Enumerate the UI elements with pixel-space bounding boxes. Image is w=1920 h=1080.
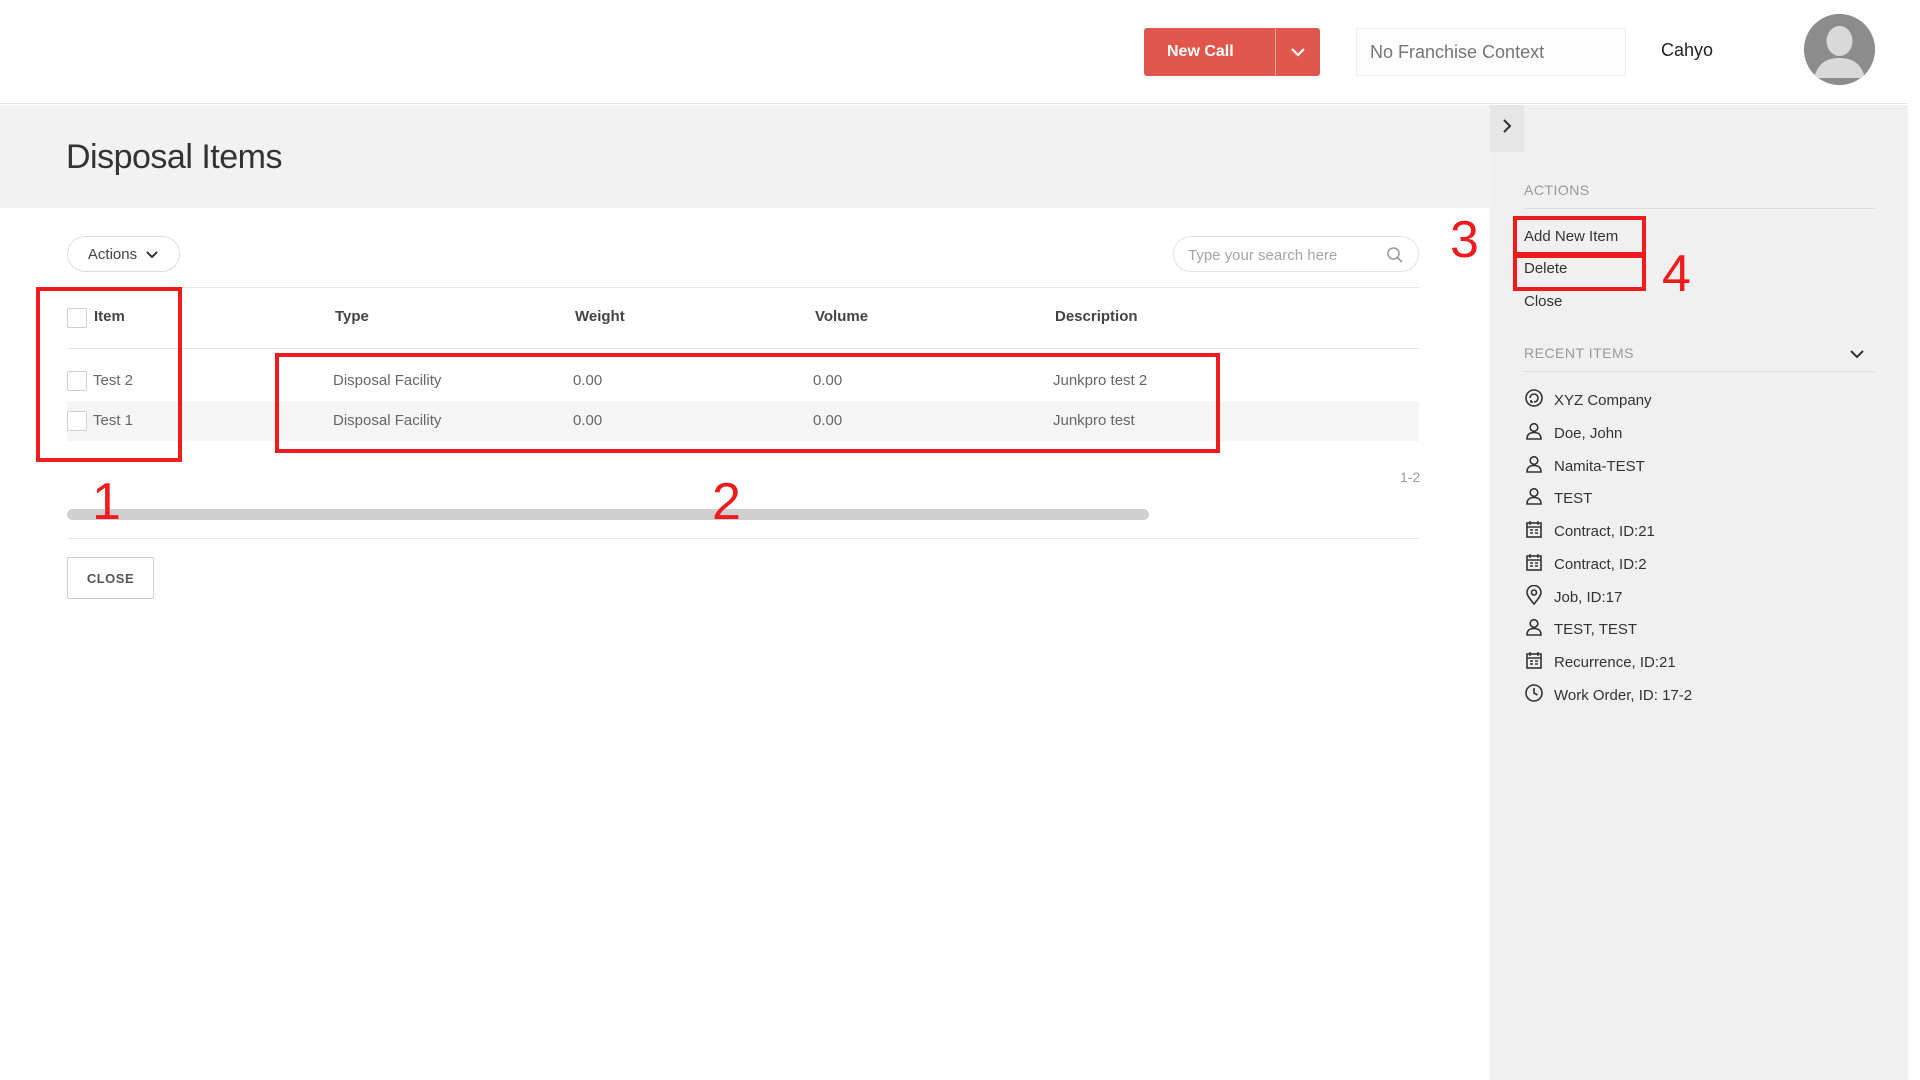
chevron-right-icon xyxy=(1502,118,1512,139)
page-header: Disposal Items xyxy=(0,105,1490,208)
annotation-number-3: 3 xyxy=(1450,211,1479,269)
username-label[interactable]: Cahyo xyxy=(1661,40,1713,61)
recent-item[interactable]: Doe, John xyxy=(1524,421,1622,445)
recent-item[interactable]: Job, ID:17 xyxy=(1524,584,1623,609)
recent-item-label: TEST xyxy=(1554,489,1593,507)
recent-item[interactable]: TEST xyxy=(1524,486,1592,510)
contract-icon xyxy=(1524,519,1544,543)
recent-item-label: TEST, TEST xyxy=(1554,620,1638,638)
annotation-box-3 xyxy=(1513,216,1646,256)
annotation-number-2: 2 xyxy=(712,473,741,531)
new-call-dropdown-button[interactable] xyxy=(1275,28,1320,76)
company-icon xyxy=(1524,388,1544,412)
recent-items-section-title: RECENT ITEMS xyxy=(1524,345,1634,361)
chevron-down-icon xyxy=(145,246,159,263)
person-icon xyxy=(1524,421,1544,445)
calendar-icon xyxy=(1524,650,1544,674)
person-icon xyxy=(1524,454,1544,478)
divider xyxy=(1524,208,1875,209)
recent-item-label: Namita-TEST xyxy=(1554,457,1645,475)
recent-item[interactable]: Work Order, ID: 17-2 xyxy=(1524,683,1692,707)
column-header-volume[interactable]: Volume xyxy=(815,308,868,325)
chevron-down-icon[interactable] xyxy=(1849,346,1865,364)
location-pin-icon xyxy=(1524,584,1544,609)
recent-item[interactable]: Contract, ID:2 xyxy=(1524,552,1647,576)
close-link[interactable]: Close xyxy=(1524,293,1562,310)
table-header: Item Type Weight Volume Description xyxy=(67,287,1419,349)
recent-item-label: Work Order, ID: 17-2 xyxy=(1554,686,1693,704)
page-title: Disposal Items xyxy=(66,138,282,176)
franchise-context-field[interactable] xyxy=(1356,28,1626,76)
search-box xyxy=(1173,236,1419,272)
divider xyxy=(1524,371,1875,372)
divider xyxy=(67,538,1419,539)
annotation-number-4: 4 xyxy=(1662,245,1691,303)
new-call-group: New Call xyxy=(1144,28,1320,76)
person-icon xyxy=(1524,617,1544,641)
chevron-down-icon xyxy=(1290,45,1306,60)
search-icon[interactable] xyxy=(1386,246,1404,269)
annotation-box-4 xyxy=(1513,254,1646,291)
pager-info: 1-2 xyxy=(1400,469,1421,485)
recent-item-label: Doe, John xyxy=(1554,424,1623,442)
recent-item[interactable]: Namita-TEST xyxy=(1524,454,1645,478)
recent-item-label: Job, ID:17 xyxy=(1554,588,1623,606)
collapse-sidebar-button[interactable] xyxy=(1490,105,1524,152)
items-table: Item Type Weight Volume Description Test… xyxy=(67,287,1419,441)
annotation-box-1 xyxy=(36,287,182,462)
new-call-button[interactable]: New Call xyxy=(1144,28,1275,76)
recent-item-label: Contract, ID:21 xyxy=(1554,522,1655,540)
actions-section-title: ACTIONS xyxy=(1524,182,1590,198)
column-header-description[interactable]: Description xyxy=(1055,308,1138,325)
horizontal-scrollbar[interactable] xyxy=(67,509,1149,520)
actions-label: Actions xyxy=(87,245,138,263)
recent-item[interactable]: XYZ Company xyxy=(1524,388,1652,412)
recent-item-label: XYZ Company xyxy=(1554,391,1652,409)
person-icon xyxy=(1524,486,1544,510)
column-header-weight[interactable]: Weight xyxy=(575,308,625,325)
clock-icon xyxy=(1524,683,1544,707)
search-input[interactable] xyxy=(1188,244,1378,266)
top-bar: New Call Cahyo xyxy=(0,0,1920,104)
recent-item[interactable]: TEST, TEST xyxy=(1524,617,1637,641)
recent-item[interactable]: Contract, ID:21 xyxy=(1524,519,1655,543)
contract-icon xyxy=(1524,552,1544,576)
avatar[interactable] xyxy=(1804,14,1875,85)
annotation-box-2 xyxy=(275,353,1220,453)
page-scrollbar[interactable] xyxy=(1908,0,1920,1080)
user-silhouette-icon xyxy=(1804,14,1875,85)
column-header-type[interactable]: Type xyxy=(335,308,369,325)
annotation-number-1: 1 xyxy=(92,473,121,531)
actions-dropdown-button[interactable]: Actions xyxy=(67,236,180,272)
recent-item-label: Recurrence, ID:21 xyxy=(1554,653,1676,671)
close-button[interactable]: CLOSE xyxy=(67,557,154,599)
recent-item[interactable]: Recurrence, ID:21 xyxy=(1524,650,1676,674)
recent-item-label: Contract, ID:2 xyxy=(1554,555,1647,573)
